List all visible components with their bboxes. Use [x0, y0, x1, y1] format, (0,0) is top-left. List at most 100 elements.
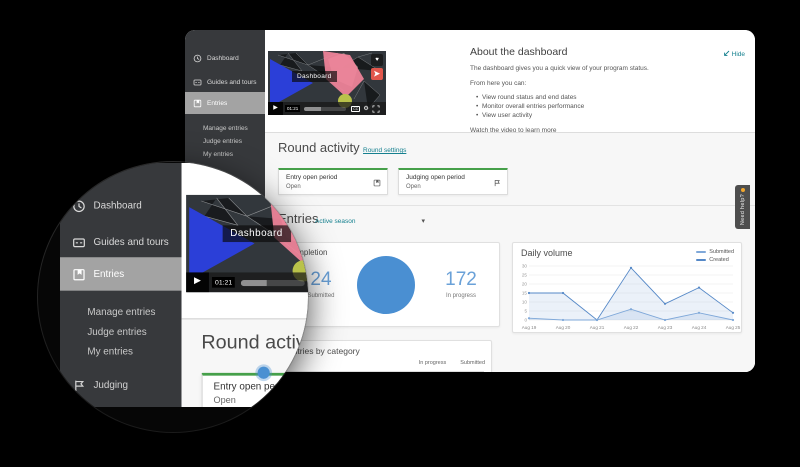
completion-pie-chart	[357, 256, 415, 314]
video-progress-bar[interactable]	[241, 279, 305, 285]
season-filter-dropdown[interactable]: Active season ▾	[315, 217, 425, 225]
sidebar-item-label: Judging	[93, 380, 128, 391]
svg-text:5: 5	[524, 309, 527, 314]
svg-text:Aug 25: Aug 25	[726, 325, 741, 330]
about-bullet: Monitor overall entries performance	[474, 102, 755, 111]
chart-legend: SubmittedCreated	[696, 249, 734, 263]
sidebar-item-entries[interactable]: Entries	[60, 257, 182, 290]
video-controls: ▶ 01:21 CC ⚙	[186, 272, 308, 292]
sidebar-item-entries[interactable]: Entries	[185, 92, 265, 114]
fullscreen-button[interactable]	[372, 105, 380, 113]
sidebar-item-dashboard[interactable]: Dashboard	[60, 189, 182, 222]
video-overlay-title: Dashboard	[223, 225, 291, 242]
clock-icon	[72, 199, 86, 213]
completion-card: Completion 24 Submitted 172 In progress	[278, 242, 500, 327]
about-bullet: View round status and end dates	[474, 93, 755, 102]
hide-panel-link[interactable]: Hide	[722, 50, 745, 58]
sidebar: Dashboard Guides and tours Entries Manag…	[60, 163, 182, 407]
svg-text:Aug 23: Aug 23	[658, 325, 673, 330]
sidebar-item-label: Guides and tours	[93, 237, 168, 248]
play-button[interactable]: ▶	[186, 272, 209, 292]
entry-square-bookmark-icon	[193, 99, 202, 108]
clock-icon	[193, 54, 202, 63]
svg-text:25: 25	[522, 273, 528, 278]
column-header: Submitted	[460, 360, 485, 366]
page-background: Dashboard Guides and tours Entries Manag…	[0, 0, 800, 467]
pennant-flag-icon	[72, 378, 86, 392]
like-button[interactable]: ♥	[371, 54, 383, 66]
sidebar-item-manage-entries[interactable]: Manage entries	[185, 122, 265, 135]
sidebar-item-label: Dashboard	[93, 200, 141, 211]
guide-map-icon	[193, 78, 202, 87]
round-activity-title: Round activity	[201, 330, 308, 353]
daily-volume-card: Daily volume SubmittedCreated 0 5 10 15 20 25…	[512, 242, 742, 333]
magnifier-lens: Dashboard Guides and tours Entries Manag…	[38, 162, 308, 432]
dashboard-sections: Round activity Round settings Entry open…	[265, 132, 755, 372]
column-header: In progress	[419, 360, 447, 366]
sidebar-item-my-entries[interactable]: My entries	[60, 342, 182, 362]
play-button[interactable]: ▶	[268, 102, 283, 115]
in-progress-stat: 172 In progress	[431, 269, 491, 299]
sidebar-item-dashboard[interactable]: Dashboard	[185, 47, 265, 69]
video-player[interactable]: Dashboard ♥ ▶ 01:21 CC ⚙	[186, 195, 308, 292]
sidebar-item-label: Guides and tours	[207, 79, 257, 86]
sidebar-item-label: Dashboard	[207, 55, 239, 62]
video-progress-bar[interactable]	[304, 107, 346, 111]
about-title: About the dashboard	[470, 46, 755, 58]
about-bullet-list: View round status and end dates Monitor …	[474, 93, 755, 120]
captions-button[interactable]: CC	[351, 106, 360, 112]
about-lead: From here you can:	[470, 80, 755, 88]
round-settings-link[interactable]: Round settings	[363, 147, 406, 154]
entries-by-category-card: Entries by category In progress Submitte…	[278, 340, 492, 372]
sidebar-item-label: Entries	[207, 100, 227, 107]
daily-volume-chart: 051015202530Aug 19Aug 20Aug 21Aug 22Aug …	[515, 262, 741, 332]
sidebar-item-manage-entries[interactable]: Manage entries	[60, 303, 182, 323]
sidebar-item-guides-and-tours[interactable]: Guides and tours	[60, 225, 182, 258]
sidebar-item-judge-entries[interactable]: Judge entries	[185, 135, 265, 148]
sidebar-subnav: Manage entries Judge entries My entries	[185, 122, 265, 161]
sidebar-item-label: Entries	[93, 269, 124, 280]
video-timestamp: 01:21	[212, 277, 235, 288]
about-intro: The dashboard gives you a quick view of …	[470, 65, 755, 73]
svg-text:Aug 24: Aug 24	[692, 325, 707, 330]
sidebar-item-judging[interactable]: Judging	[60, 368, 182, 401]
svg-text:15: 15	[522, 291, 528, 296]
svg-text:0: 0	[524, 318, 527, 323]
svg-text:Aug 20: Aug 20	[556, 325, 571, 330]
entries-section-divider	[265, 205, 755, 206]
svg-text:20: 20	[522, 282, 528, 287]
round-activity-title: Round activity	[278, 140, 360, 155]
notification-dot	[741, 188, 745, 192]
in-progress-value: 172	[431, 269, 491, 291]
category-column-headers: In progress Submitted	[419, 360, 485, 366]
onboarding-beacon-dot[interactable]	[258, 367, 270, 379]
entry-square-bookmark-icon	[373, 179, 381, 187]
svg-text:Aug 21: Aug 21	[590, 325, 605, 330]
video-overlay-title: Dashboard	[292, 71, 337, 82]
sidebar-item-guides-and-tours[interactable]: Guides and tours	[185, 71, 265, 93]
chevron-down-icon: ▾	[421, 217, 425, 225]
sidebar-subnav: Manage entries Judge entries My entries	[60, 303, 182, 362]
video-timestamp: 01:21	[285, 105, 300, 112]
magnified-app-window: Dashboard Guides and tours Entries Manag…	[60, 163, 308, 407]
video-action-icons: ♥	[371, 54, 383, 80]
video-player[interactable]: Dashboard ♥ ▶ 01:21 CC ⚙	[268, 51, 386, 115]
about-panel: About the dashboard The dashboard gives …	[470, 46, 755, 135]
share-button[interactable]	[371, 68, 383, 80]
daily-volume-title: Daily volume	[521, 248, 573, 258]
about-bullet: View user activity	[474, 111, 755, 120]
sidebar-item-judge-entries[interactable]: Judge entries	[60, 323, 182, 343]
main-content: Dashboard ♥ ▶ 01:21 CC ⚙	[182, 163, 308, 407]
legend-item: Submitted	[696, 249, 734, 255]
magnifier-view: Dashboard Guides and tours Entries Manag…	[60, 163, 308, 407]
entry-open-period-card: Entry open period Open	[201, 373, 308, 407]
entry-square-bookmark-icon	[72, 267, 86, 281]
guide-map-icon	[72, 235, 86, 249]
need-help-tab[interactable]: Need help?	[735, 185, 750, 229]
pennant-flag-icon	[493, 179, 501, 187]
main-content: Dashboard ♥ ▶ 01:21 CC ⚙	[265, 30, 755, 372]
settings-gear-icon[interactable]: ⚙	[363, 105, 368, 112]
svg-text:30: 30	[522, 264, 528, 269]
sidebar-item-my-entries[interactable]: My entries	[185, 148, 265, 161]
svg-text:10: 10	[522, 300, 528, 305]
